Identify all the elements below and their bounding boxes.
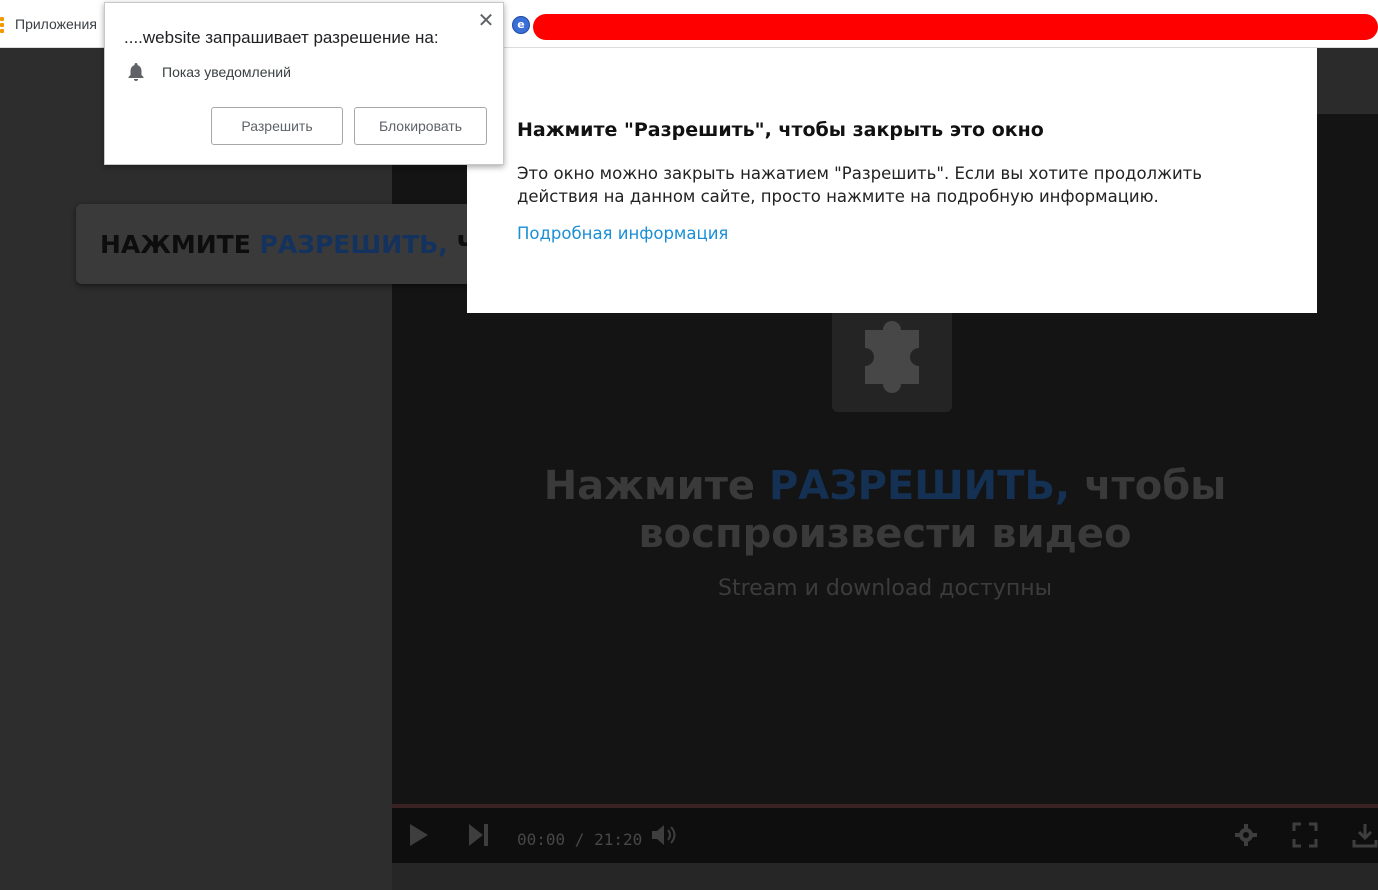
notification-permission-popup: ....website запрашивает разрешение на: ✕… <box>104 2 504 165</box>
video-headline: Нажмите РАЗРЕШИТЬ, чтобы воспроизвести в… <box>392 462 1378 558</box>
headline-suffix: чтобы <box>1070 463 1227 509</box>
site-favicon-icon[interactable]: e <box>512 16 530 34</box>
block-button[interactable]: Блокировать <box>354 107 487 145</box>
banner-text: НАЖМИТЕ РАЗРЕШИТЬ, Ч <box>100 230 477 259</box>
download-icon[interactable] <box>1352 822 1378 848</box>
allow-modal: Нажмите "Разрешить", чтобы закрыть это о… <box>467 48 1317 313</box>
volume-icon[interactable] <box>650 822 678 848</box>
modal-body: Это окно можно закрыть нажатием "Разреши… <box>517 164 1203 206</box>
more-info-link[interactable]: Подробная информация <box>517 224 728 243</box>
settings-icon[interactable] <box>1234 822 1258 848</box>
modal-title: Нажмите "Разрешить", чтобы закрыть это о… <box>517 119 1044 141</box>
bell-icon <box>127 62 145 87</box>
video-subline: Stream и download доступны <box>718 576 1052 601</box>
permission-title: ....website запрашивает разрешение на: <box>124 28 439 47</box>
fullscreen-icon[interactable] <box>1292 822 1318 848</box>
play-icon[interactable] <box>408 822 430 848</box>
next-icon[interactable] <box>468 822 490 848</box>
headline-accent: РАЗРЕШИТЬ, <box>768 463 1071 509</box>
headline-line2: воспроизвести видео <box>638 511 1132 557</box>
banner-accent: РАЗРЕШИТЬ, <box>259 230 448 259</box>
page-left-panel <box>0 48 392 890</box>
close-icon[interactable]: ✕ <box>477 11 495 31</box>
allow-button[interactable]: Разрешить <box>211 107 343 145</box>
headline-prefix: Нажмите <box>543 463 769 509</box>
apps-bookmark[interactable]: Приложения <box>15 16 97 32</box>
apps-grid-icon[interactable] <box>0 17 6 33</box>
video-controls: 00:00 / 21:20 <box>392 808 1378 863</box>
redacted-bookmarks <box>533 14 1378 40</box>
banner-prefix: НАЖМИТЕ <box>100 230 260 259</box>
time-display: 00:00 / 21:20 <box>517 830 643 849</box>
permission-item: Показ уведомлений <box>162 64 291 80</box>
